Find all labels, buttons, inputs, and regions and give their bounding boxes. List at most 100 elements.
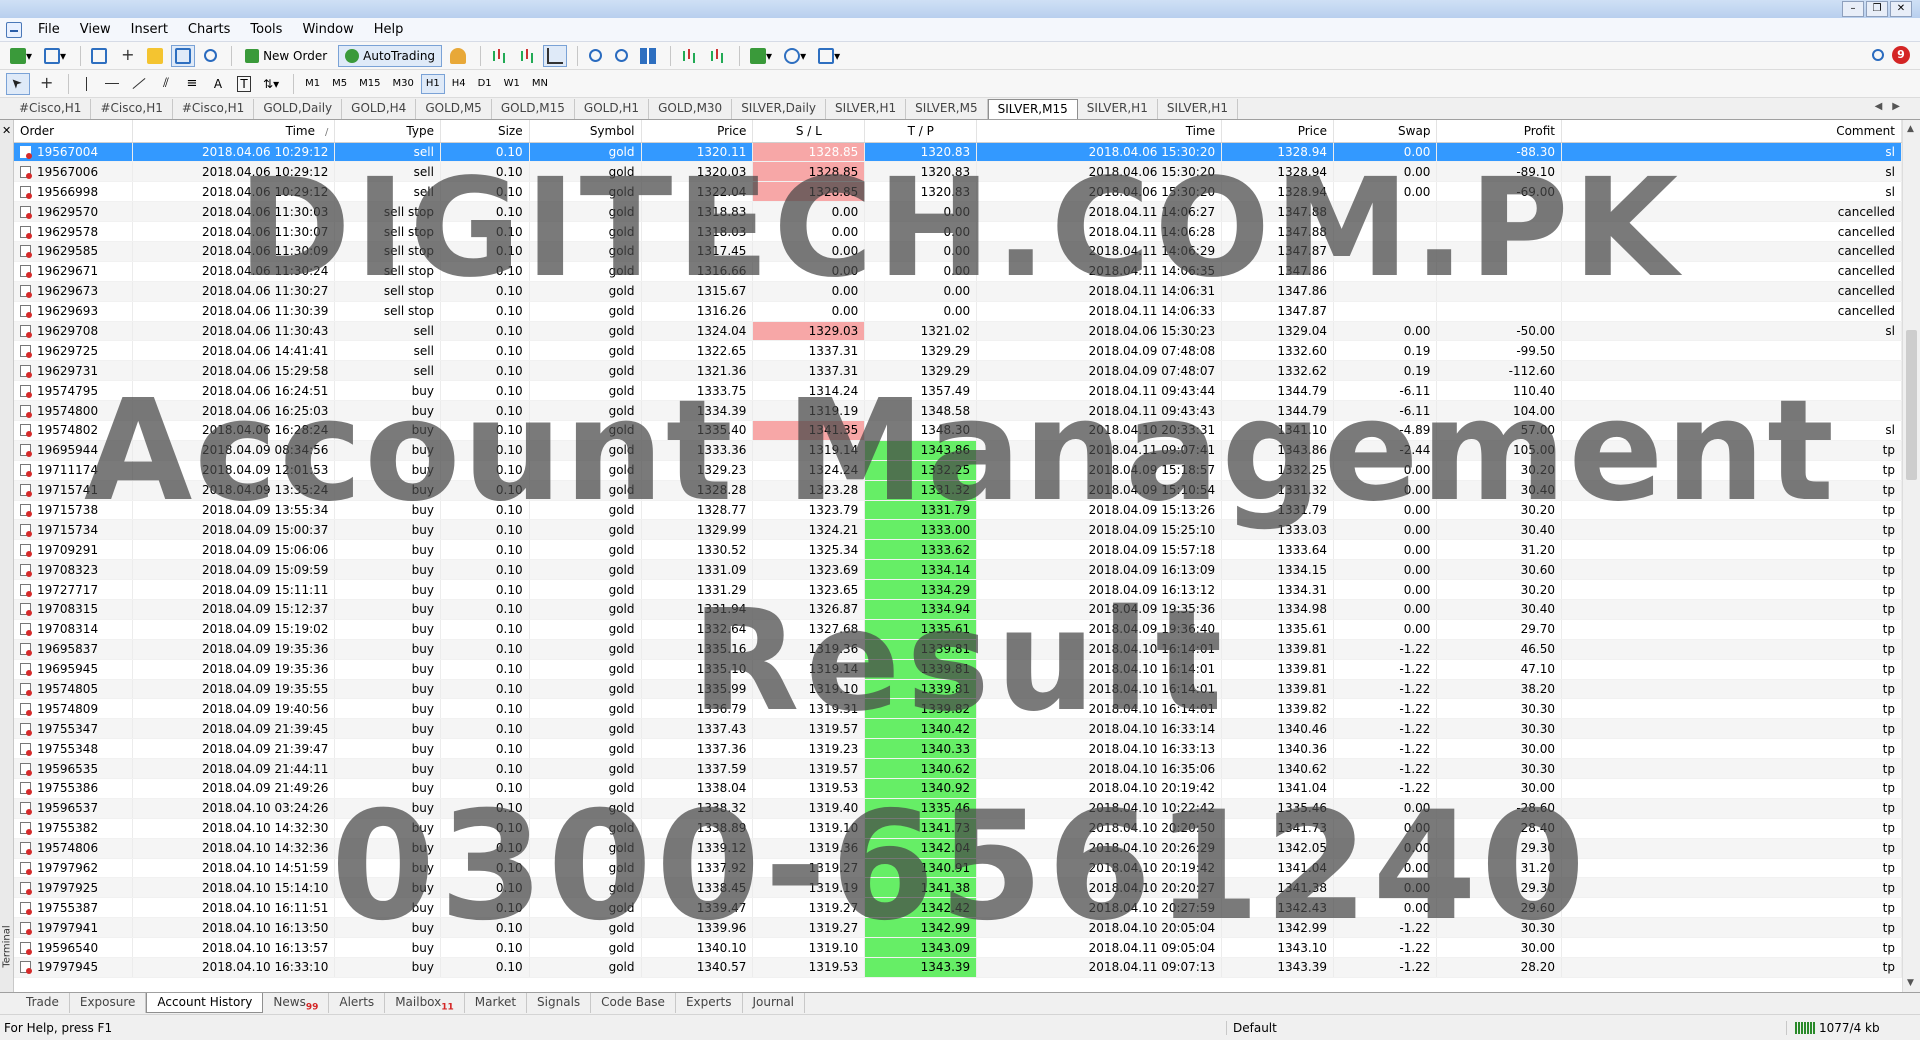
table-row[interactable]: 19755348 2018.04.09 21:39:47 buy 0.10 gold 13… [14, 738, 1902, 760]
chart-tab[interactable]: GOLD,H4 [342, 99, 417, 119]
scroll-down-icon[interactable]: ▼ [1907, 978, 1914, 988]
table-row[interactable]: 19695944 2018.04.09 08:34:56 buy 0.10 gold 13… [14, 440, 1902, 461]
horizontal-line-button[interactable] [101, 73, 123, 95]
table-row[interactable]: 19629693 2018.04.06 11:30:39 sell stop 0.10… [14, 301, 1902, 322]
table-row[interactable]: 19629708 2018.04.06 11:30:43 sell 0.10 gold 1… [14, 321, 1902, 342]
terminal-tab-code-base[interactable]: Code Base [591, 993, 676, 1013]
terminal-tab-mailbox[interactable]: Mailbox11 [385, 993, 465, 1013]
column-header[interactable]: Profit [1436, 120, 1562, 143]
column-header[interactable]: Symbol [529, 120, 642, 143]
terminal-tab-market[interactable]: Market [465, 993, 528, 1013]
table-row[interactable]: 19629725 2018.04.06 14:41:41 sell 0.10 gold 1… [14, 340, 1902, 362]
table-row[interactable]: 19695837 2018.04.09 19:35:36 buy 0.10 gold 13… [14, 639, 1902, 660]
table-row[interactable]: 19711174 2018.04.09 12:01:53 buy 0.10 gold 13… [14, 460, 1902, 481]
scroll-up-icon[interactable]: ▲ [1907, 124, 1914, 134]
table-row[interactable]: 19715741 2018.04.09 13:35:24 buy 0.10 gold 13… [14, 480, 1902, 501]
table-row[interactable]: 19629570 2018.04.06 11:30:03 sell stop 0.10… [14, 201, 1902, 223]
chart-tab[interactable]: SILVER,Daily [732, 99, 827, 119]
text-label-button[interactable]: T [233, 73, 255, 95]
close-icon[interactable]: ✕ [2, 124, 11, 137]
table-row[interactable]: 19797925 2018.04.10 15:14:10 buy 0.10 gold 13… [14, 877, 1902, 899]
restore-button[interactable]: ❐ [1866, 1, 1888, 17]
table-row[interactable]: 19574800 2018.04.06 16:25:03 buy 0.10 gold 13… [14, 400, 1902, 421]
periods-button[interactable]: ▾ [780, 45, 810, 67]
menu-file[interactable]: File [28, 19, 70, 41]
table-row[interactable]: 19596535 2018.04.09 21:44:11 buy 0.10 gold 13… [14, 758, 1902, 779]
timeframe-m5[interactable]: M5 [327, 74, 352, 94]
scrollbar-thumb[interactable] [1906, 330, 1917, 480]
table-row[interactable]: 19596540 2018.04.10 16:13:57 buy 0.10 gold 13… [14, 937, 1902, 959]
table-row[interactable]: 19727717 2018.04.09 15:11:11 buy 0.10 gold 13… [14, 579, 1902, 600]
zoom-in-button[interactable] [584, 45, 606, 67]
chart-tab[interactable]: SILVER,H1 [1158, 99, 1238, 119]
new-chart-button[interactable]: ▾ [6, 45, 36, 67]
table-row[interactable]: 19567004 2018.04.06 10:29:12 sell 0.10 gold 1… [14, 142, 1902, 163]
table-row[interactable]: 19629673 2018.04.06 11:30:27 sell stop 0.10… [14, 281, 1902, 302]
minimize-button[interactable]: – [1842, 1, 1864, 17]
timeframe-m15[interactable]: M15 [354, 74, 385, 94]
table-row[interactable]: 19574795 2018.04.06 16:24:51 buy 0.10 gold 13… [14, 380, 1902, 402]
timeframe-mn[interactable]: MN [527, 74, 553, 94]
terminal-tab-alerts[interactable]: Alerts [329, 993, 386, 1013]
column-header[interactable]: Order [14, 120, 133, 143]
table-row[interactable]: 19629671 2018.04.06 11:30:24 sell stop 0.10… [14, 261, 1902, 282]
table-row[interactable]: 19574806 2018.04.10 14:32:36 buy 0.10 gold 13… [14, 838, 1902, 859]
chart-tab[interactable]: #Cisco,H1 [173, 99, 255, 119]
chart-shift-button[interactable] [705, 45, 729, 67]
table-row[interactable]: 19797941 2018.04.10 16:13:50 buy 0.10 gold 13… [14, 917, 1902, 939]
terminal-tab-experts[interactable]: Experts [676, 993, 743, 1013]
timeframe-m30[interactable]: M30 [387, 74, 418, 94]
chart-tab[interactable]: GOLD,Daily [254, 99, 343, 119]
chart-tabs-nav[interactable]: ◀▶ [1875, 101, 1910, 112]
chart-tab[interactable]: SILVER,H1 [826, 99, 907, 119]
vertical-scrollbar[interactable]: ▲ ▼ [1902, 120, 1920, 992]
table-row[interactable]: 19574809 2018.04.09 19:40:56 buy 0.10 gold 13… [14, 698, 1902, 720]
strategy-tester-button[interactable] [199, 45, 221, 67]
templates-button[interactable]: ▾ [814, 45, 844, 67]
menu-tools[interactable]: Tools [240, 19, 292, 41]
menu-charts[interactable]: Charts [178, 19, 241, 41]
cursor-button[interactable] [6, 72, 30, 95]
timeframe-h1[interactable]: H1 [420, 73, 445, 94]
chart-tab[interactable]: GOLD,M5 [416, 99, 492, 119]
chart-tab[interactable]: SILVER,M15 [987, 99, 1078, 119]
notifications-badge[interactable]: 9 [1892, 46, 1910, 64]
data-window-button[interactable] [115, 45, 139, 67]
fibonacci-button[interactable]: ≡ [181, 73, 203, 95]
table-row[interactable]: 19709291 2018.04.09 15:06:06 buy 0.10 gold 13… [14, 539, 1902, 561]
column-header[interactable]: Swap [1333, 120, 1438, 143]
column-header[interactable]: S / L [752, 120, 866, 143]
table-row[interactable]: 19755386 2018.04.09 21:49:26 buy 0.10 gold 13… [14, 778, 1902, 799]
column-header[interactable]: Price [1221, 120, 1334, 143]
terminal-tab-account-history[interactable]: Account History [146, 993, 264, 1013]
crosshair-button[interactable] [34, 73, 58, 95]
timeframe-m1[interactable]: M1 [300, 74, 325, 94]
terminal-tab-journal[interactable]: Journal [743, 993, 806, 1013]
timeframe-w1[interactable]: W1 [499, 74, 525, 94]
alert-button[interactable] [446, 45, 470, 67]
text-button[interactable]: A [207, 73, 229, 95]
chart-tab[interactable]: GOLD,M30 [649, 99, 733, 119]
indicators-button[interactable]: ▾ [746, 45, 776, 67]
search-icon[interactable] [1872, 49, 1884, 61]
menu-window[interactable]: Window [292, 19, 363, 41]
candlesticks-button[interactable] [515, 45, 539, 67]
column-header[interactable]: T / P [864, 120, 978, 143]
table-row[interactable]: 19574805 2018.04.09 19:35:55 buy 0.10 gold 13… [14, 679, 1902, 700]
trendline-button[interactable] [127, 73, 151, 95]
chart-tab[interactable]: SILVER,M5 [906, 99, 988, 119]
zoom-out-button[interactable] [610, 45, 632, 67]
auto-trading-button[interactable]: AutoTrading [338, 44, 443, 67]
terminal-tab-signals[interactable]: Signals [527, 993, 592, 1013]
navigator-button[interactable] [143, 45, 167, 67]
column-header[interactable]: Time / [132, 120, 336, 143]
menu-insert[interactable]: Insert [121, 19, 178, 41]
table-row[interactable]: 19695945 2018.04.09 19:35:36 buy 0.10 gold 13… [14, 659, 1902, 680]
table-row[interactable]: 19755387 2018.04.10 16:11:51 buy 0.10 gold 13… [14, 897, 1902, 919]
bar-chart-button[interactable] [487, 45, 511, 67]
tile-windows-button[interactable] [636, 45, 660, 67]
channel-button[interactable]: ⫽ [155, 73, 177, 95]
column-header[interactable]: Type [334, 120, 441, 143]
timeframe-d1[interactable]: D1 [473, 74, 497, 94]
table-row[interactable]: 19629585 2018.04.06 11:30:09 sell stop 0.10… [14, 241, 1902, 262]
